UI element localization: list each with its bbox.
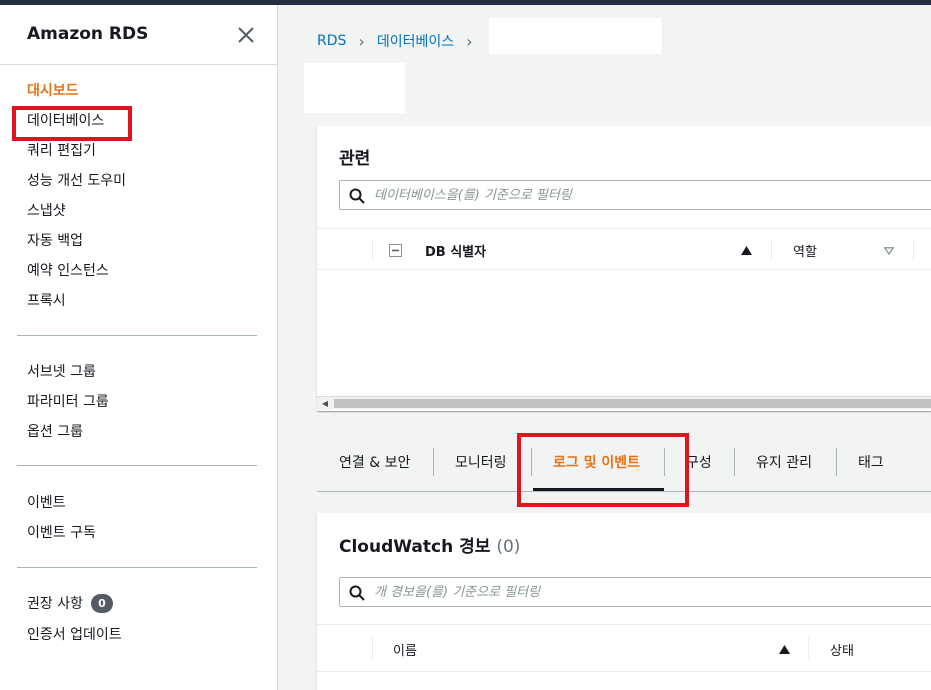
sidebar-item-option-groups[interactable]: 옵션 그룹	[27, 421, 83, 441]
sidebar: Amazon RDS 대시보드 데이터베이스 쿼리 편집기 성능 개선 도우미 …	[0, 5, 278, 690]
sidebar-item-recommendations[interactable]: 권장 사항 0	[27, 593, 113, 613]
tab-divider	[433, 448, 434, 476]
horizontal-scrollbar[interactable]: ◀	[317, 396, 931, 410]
tab-divider	[734, 448, 735, 476]
column-divider	[372, 239, 373, 261]
scroll-left-icon[interactable]: ◀	[317, 397, 333, 410]
cloudwatch-alarm-count: (0)	[496, 537, 521, 557]
tab-connectivity-security[interactable]: 연결 & 보안	[339, 452, 410, 472]
recommendations-count-badge: 0	[90, 594, 113, 613]
related-panel-title: 관련	[339, 149, 371, 169]
sidebar-item-label: 권장 사항	[27, 596, 83, 612]
cloudwatch-search-input[interactable]	[374, 583, 914, 601]
close-icon[interactable]	[236, 25, 256, 45]
sidebar-item-events[interactable]: 이벤트	[27, 492, 66, 512]
sidebar-divider	[17, 465, 257, 466]
tab-maintenance[interactable]: 유지 관리	[756, 452, 812, 472]
chevron-right-icon: ›	[358, 31, 365, 51]
chevron-right-icon: ›	[466, 31, 473, 51]
tab-divider	[836, 448, 837, 476]
breadcrumb-databases[interactable]: 데이터베이스	[377, 31, 454, 51]
sort-ascending-icon[interactable]	[741, 246, 752, 255]
sidebar-item-event-subscriptions[interactable]: 이벤트 구독	[27, 522, 96, 542]
sidebar-item-dashboard[interactable]: 대시보드	[27, 80, 79, 100]
select-all-checkbox-icon[interactable]	[389, 244, 402, 257]
detail-tabs: 연결 & 보안 모니터링 로그 및 이벤트 구성 유지 관리 태그	[317, 432, 931, 492]
breadcrumb-rds[interactable]: RDS	[317, 33, 346, 49]
sidebar-item-snapshots[interactable]: 스냅샷	[27, 200, 66, 220]
redacted-breadcrumb-db-name	[489, 18, 662, 54]
tab-logs-events[interactable]: 로그 및 이벤트	[553, 452, 640, 472]
cloudwatch-panel-title: CloudWatch 경보 (0)	[339, 532, 520, 557]
tab-divider	[531, 448, 532, 476]
sidebar-item-parameter-groups[interactable]: 파라미터 그룹	[27, 391, 109, 411]
related-search-box[interactable]	[339, 180, 931, 210]
sort-ascending-icon[interactable]	[779, 645, 790, 654]
column-divider	[913, 239, 914, 261]
search-icon	[349, 585, 365, 601]
breadcrumb: RDS › 데이터베이스 ›	[317, 31, 485, 51]
sidebar-item-databases[interactable]: 데이터베이스	[27, 110, 104, 130]
sort-descending-icon[interactable]	[884, 247, 894, 255]
sidebar-divider	[17, 335, 257, 336]
column-header-name[interactable]: 이름	[393, 640, 417, 659]
related-search-input[interactable]	[374, 186, 914, 204]
search-icon	[349, 188, 365, 204]
scrollbar-thumb[interactable]	[334, 399, 931, 408]
sidebar-title: Amazon RDS	[27, 24, 149, 44]
column-header-state[interactable]: 상태	[830, 640, 854, 659]
tab-divider	[664, 448, 665, 476]
tab-monitoring[interactable]: 모니터링	[455, 452, 507, 472]
column-divider	[771, 239, 772, 261]
column-header-role[interactable]: 역할	[793, 241, 817, 260]
column-divider	[808, 637, 809, 659]
tab-configuration[interactable]: 구성	[686, 452, 712, 472]
sidebar-item-performance-insights[interactable]: 성능 개선 도우미	[27, 170, 126, 190]
sidebar-item-reserved-instances[interactable]: 예약 인스턴스	[27, 260, 109, 280]
sidebar-item-query-editor[interactable]: 쿼리 편집기	[27, 140, 96, 160]
tab-tags[interactable]: 태그	[858, 452, 884, 472]
sidebar-item-automated-backups[interactable]: 자동 백업	[27, 230, 83, 250]
cloudwatch-table-header: 이름 상태	[317, 624, 931, 672]
sidebar-item-proxies[interactable]: 프록시	[27, 290, 66, 310]
cloudwatch-title-text: CloudWatch 경보	[339, 537, 491, 557]
column-header-db-identifier[interactable]: DB 식별자	[425, 241, 486, 260]
related-table-header: DB 식별자 역할	[317, 228, 931, 270]
sidebar-item-certificate-update[interactable]: 인증서 업데이트	[27, 624, 122, 644]
sidebar-header: Amazon RDS	[0, 5, 277, 65]
cloudwatch-search-box[interactable]	[339, 577, 931, 607]
related-panel: 관련 DB 식별자 역할 ◀	[317, 126, 931, 411]
sidebar-divider	[17, 567, 257, 568]
column-divider	[372, 637, 373, 659]
cloudwatch-alarms-panel: CloudWatch 경보 (0) 이름 상태	[317, 513, 931, 690]
redacted-page-title	[304, 63, 405, 113]
sidebar-item-subnet-groups[interactable]: 서브넷 그룹	[27, 361, 96, 381]
active-tab-indicator	[533, 488, 664, 491]
